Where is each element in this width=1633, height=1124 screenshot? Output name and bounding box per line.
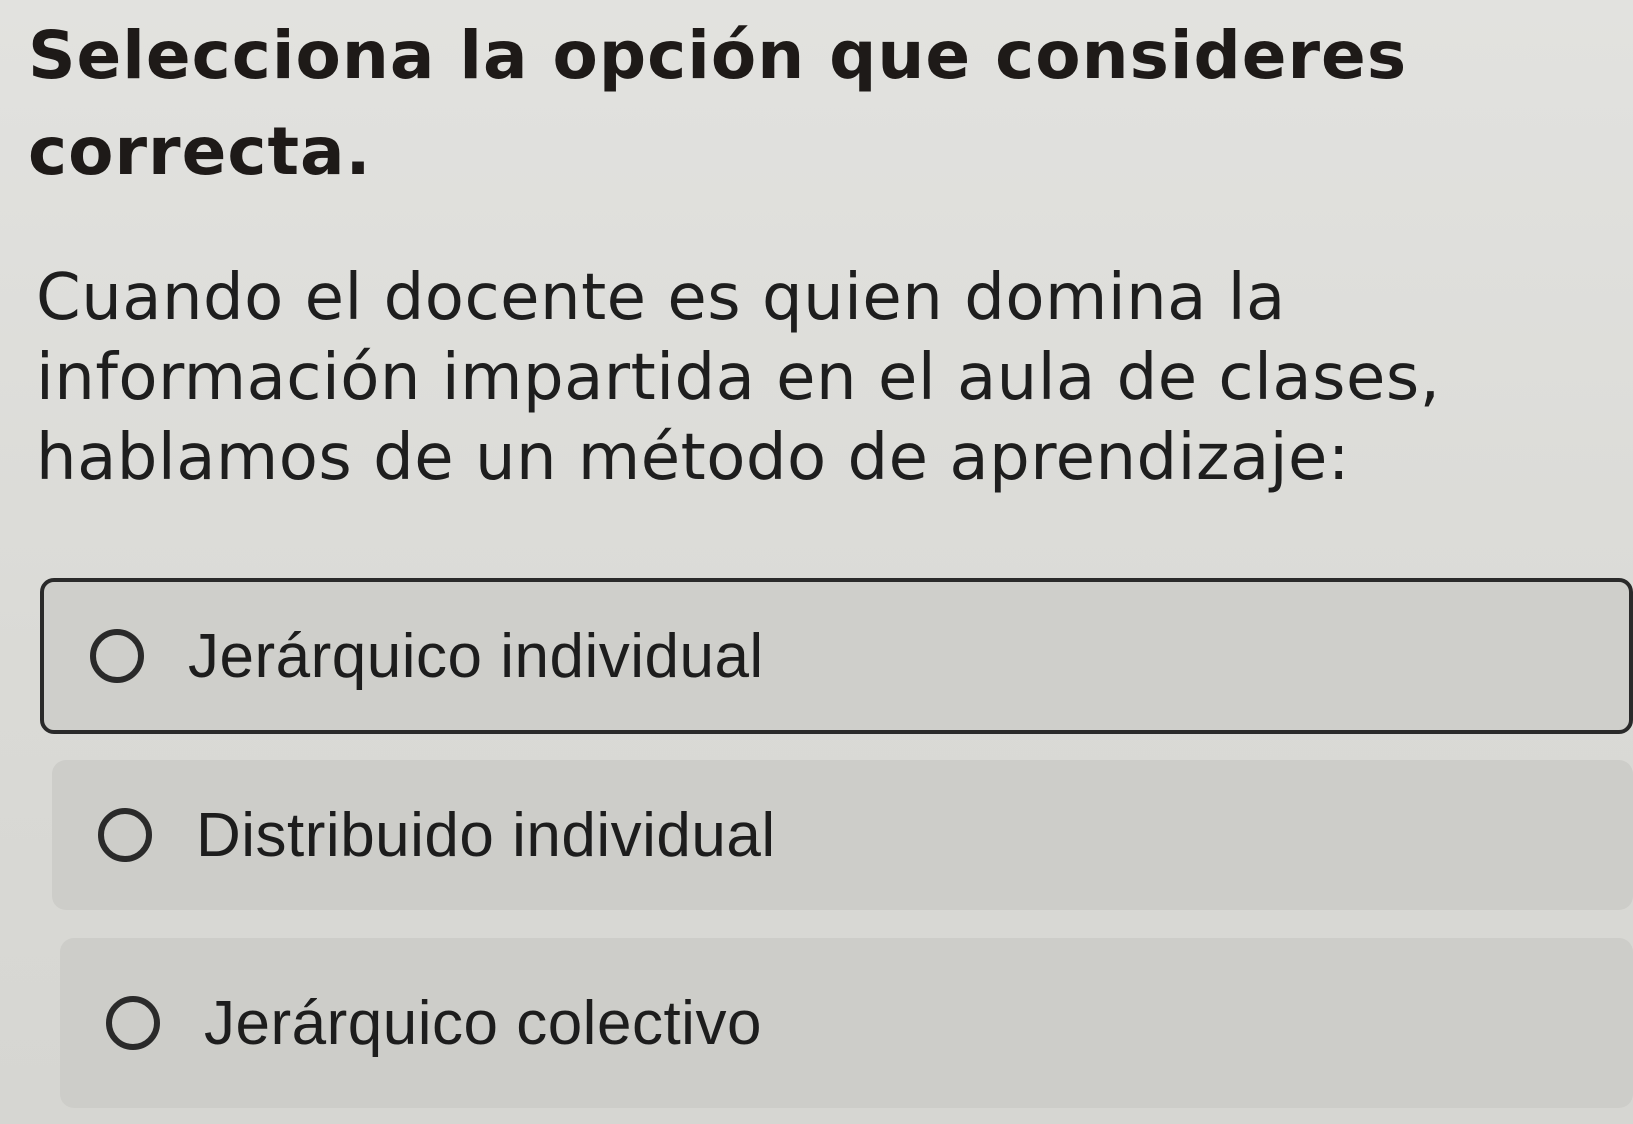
answer-option-distribuido-individual[interactable]: Distribuido individual [52, 760, 1633, 910]
answer-option-jerarquico-individual[interactable]: Jerárquico individual [40, 578, 1633, 734]
radio-button-icon[interactable] [98, 808, 152, 862]
quiz-page: Selecciona la opción que consideres corr… [0, 0, 1633, 1124]
answer-option-label: Jerárquico colectivo [204, 988, 762, 1058]
answer-option-label: Jerárquico individual [188, 621, 764, 691]
radio-button-icon[interactable] [90, 629, 144, 683]
radio-button-icon[interactable] [106, 996, 160, 1050]
answer-option-label: Distribuido individual [196, 800, 776, 870]
answer-options: Jerárquico individual Distribuido indivi… [0, 0, 1633, 1124]
answer-option-jerarquico-colectivo[interactable]: Jerárquico colectivo [60, 938, 1633, 1108]
